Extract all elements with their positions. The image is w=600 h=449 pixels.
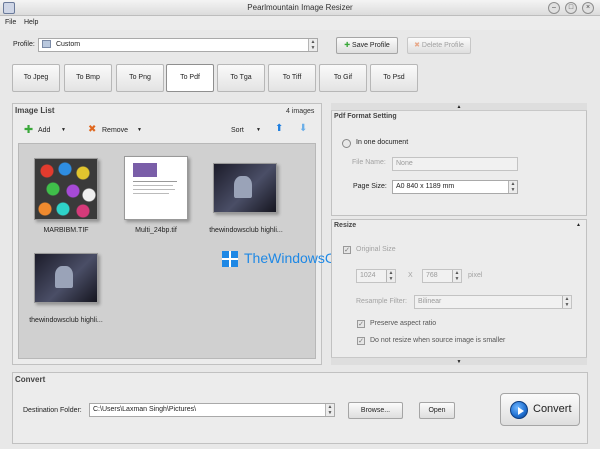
- tab-to-jpeg[interactable]: To Jpeg: [12, 64, 60, 92]
- resample-filter-label: Resample Filter:: [356, 298, 407, 305]
- one-document-label: In one document: [356, 139, 409, 146]
- menu-help[interactable]: Help: [24, 19, 38, 26]
- remove-dropdown-arrow[interactable]: ▼: [137, 127, 142, 133]
- windows-logo-icon: [222, 251, 238, 267]
- minimize-button[interactable]: –: [548, 2, 560, 14]
- preserve-aspect-checkbox[interactable]: ✓: [357, 320, 365, 328]
- arrow-down-icon[interactable]: ⬇: [299, 124, 307, 134]
- thumbnail-image[interactable]: [124, 156, 188, 220]
- tab-to-pdf[interactable]: To Pdf: [166, 64, 214, 92]
- open-button[interactable]: Open: [419, 402, 455, 419]
- destination-folder-label: Destination Folder:: [23, 407, 82, 414]
- thumbnail-label: thewindowsclub highli...: [29, 317, 103, 324]
- tab-to-tga[interactable]: To Tga: [217, 64, 265, 92]
- sort-dropdown-arrow[interactable]: ▼: [256, 127, 261, 133]
- collapse-handle[interactable]: ▲: [331, 103, 587, 111]
- thumbnail-image[interactable]: [34, 253, 98, 303]
- convert-button[interactable]: Convert: [500, 393, 580, 426]
- close-button[interactable]: ×: [582, 2, 594, 14]
- resize-collapse-arrow[interactable]: ▲: [576, 222, 581, 228]
- add-button[interactable]: Add: [38, 127, 50, 134]
- destination-folder-select[interactable]: C:\Users\Laxman Singh\Pictures\ ▲ ▼: [89, 403, 335, 417]
- x-separator: X: [408, 272, 413, 279]
- no-resize-checkbox[interactable]: ✓: [357, 337, 365, 345]
- convert-title: Convert: [15, 375, 46, 384]
- image-list-title: Image List: [15, 106, 55, 115]
- no-resize-label: Do not resize when source image is small…: [370, 337, 506, 344]
- save-profile-button[interactable]: ✚ Save Profile: [336, 37, 398, 54]
- delete-icon: ✖: [414, 42, 420, 49]
- delete-profile-button[interactable]: ✖ Delete Profile: [407, 37, 471, 54]
- width-input[interactable]: 1024 ▲ ▼: [356, 269, 396, 283]
- profile-label: Profile:: [13, 41, 35, 48]
- one-document-checkbox[interactable]: [342, 139, 351, 148]
- arrow-up-icon[interactable]: ⬆: [275, 124, 283, 134]
- resize-title: Resize: [334, 222, 357, 229]
- page-size-label: Page Size:: [353, 183, 387, 190]
- convert-icon: [510, 401, 528, 419]
- add-dropdown-arrow[interactable]: ▼: [61, 127, 66, 133]
- sort-button[interactable]: Sort: [231, 127, 244, 134]
- original-size-checkbox[interactable]: ✓: [343, 246, 351, 254]
- menu-bar: [0, 16, 600, 30]
- resample-filter-select[interactable]: Bilinear ▲ ▼: [414, 295, 572, 309]
- tab-to-psd[interactable]: To Psd: [370, 64, 418, 92]
- profile-value: Custom: [55, 41, 81, 48]
- remove-icon[interactable]: ✖: [88, 125, 96, 135]
- image-count: 4 images: [286, 108, 315, 115]
- folder-icon: [42, 40, 51, 49]
- original-size-label: Original Size: [356, 246, 396, 253]
- thumbnail-label: Multi_24bp.tif: [135, 227, 177, 234]
- thumbnail-image[interactable]: [213, 163, 277, 213]
- tab-to-gif[interactable]: To Gif: [319, 64, 367, 92]
- tab-to-tiff[interactable]: To Tiff: [268, 64, 316, 92]
- pdf-format-title: Pdf Format Setting: [334, 113, 397, 120]
- window-title: Pearlmountain Image Resizer: [247, 3, 353, 12]
- height-input[interactable]: 768 ▲ ▼: [422, 269, 462, 283]
- add-icon[interactable]: ✚: [24, 125, 33, 136]
- profile-select[interactable]: Custom ▲ ▼: [38, 38, 318, 52]
- maximize-button[interactable]: □: [565, 2, 577, 14]
- thumbnail-image[interactable]: [34, 158, 98, 220]
- file-name-input[interactable]: None: [392, 157, 518, 171]
- remove-button[interactable]: Remove: [102, 127, 128, 134]
- preserve-aspect-label: Preserve aspect ratio: [370, 320, 437, 327]
- save-icon: ✚: [344, 42, 351, 49]
- unit-label: pixel: [468, 272, 483, 279]
- thumbnail-label: thewindowsclub highli...: [209, 227, 283, 234]
- tab-to-png[interactable]: To Png: [116, 64, 164, 92]
- expand-handle[interactable]: ▼: [331, 357, 587, 365]
- profile-spin[interactable]: ▲ ▼: [308, 39, 317, 51]
- tab-to-bmp[interactable]: To Bmp: [64, 64, 112, 92]
- browse-button[interactable]: Browse...: [348, 402, 403, 419]
- thumbnail-label: MARBIBM.TIF: [43, 227, 89, 234]
- menu-file[interactable]: File: [5, 19, 16, 26]
- file-name-label: File Name:: [352, 159, 386, 166]
- page-size-select[interactable]: A0 840 x 1189 mm ▲ ▼: [392, 180, 518, 194]
